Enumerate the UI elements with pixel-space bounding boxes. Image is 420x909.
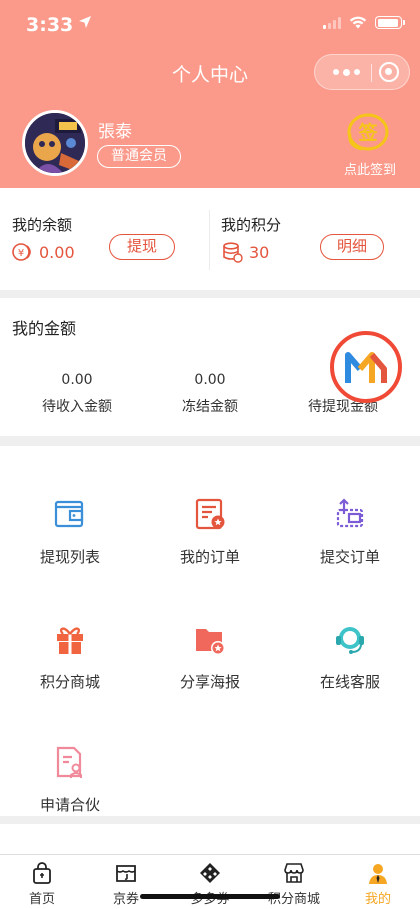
member-level-badge: 普通会员	[97, 145, 181, 168]
grid-item-apply-partner[interactable]: 申请合伙	[0, 714, 140, 814]
cellular-signal-icon	[323, 16, 341, 29]
my-amount-section: 我的金额 0.00 待收入金额 0.00 冻结金额 0 待提现金额	[0, 298, 420, 436]
svg-text:签: 签	[357, 121, 378, 144]
submit-order-icon	[336, 498, 364, 528]
section-title: 我的金额	[12, 319, 77, 338]
bottom-tab-bar: 首页 京券 多多券 积分商城 我的	[0, 854, 420, 909]
points-label: 我的积分	[221, 216, 282, 234]
grid-item-submit-order[interactable]: 提交订单	[280, 466, 420, 566]
status-bar: 3:33	[0, 0, 420, 48]
profile-icon	[369, 864, 387, 884]
avatar-image	[25, 113, 85, 173]
more-dot-icon	[342, 68, 350, 76]
points-value: 30	[249, 243, 270, 262]
headset-icon	[336, 627, 364, 654]
grid-item-share-poster[interactable]: 分享海报	[140, 591, 280, 691]
grid-label: 我的订单	[179, 548, 240, 566]
grid-item-my-orders[interactable]: 我的订单	[140, 466, 280, 566]
amount-label: 待提现金额	[308, 399, 378, 415]
grid-item-online-support[interactable]: 在线客服	[280, 591, 420, 691]
status-indicators	[323, 16, 405, 29]
grid-label: 提交订单	[319, 548, 380, 566]
signin-label[interactable]: 点此签到	[330, 159, 410, 178]
tab-pdd-coupon[interactable]: 多多券	[168, 855, 252, 909]
signin-icon[interactable]: 签	[346, 112, 390, 152]
home-indicator	[140, 894, 280, 899]
location-arrow-icon	[79, 16, 91, 28]
order-icon	[195, 498, 225, 530]
balance-column: 我的余额 ¥ 0.00 提现	[0, 188, 209, 290]
miniprogram-capsule	[314, 54, 410, 90]
gift-icon	[57, 627, 83, 654]
jd-coupon-icon	[116, 865, 136, 882]
balance-label: 我的余额	[12, 216, 73, 234]
svg-text:¥: ¥	[18, 248, 24, 259]
more-dot-icon	[353, 69, 360, 75]
more-dot-icon	[332, 69, 339, 75]
coins-icon: ¥	[12, 243, 31, 261]
grid-item-points-mall[interactable]: 积分商城	[0, 591, 140, 691]
tab-label: 首页	[28, 892, 55, 907]
battery-icon	[375, 16, 405, 29]
profile-header: 3:33 个人中心 張泰 普通会员 签 点此签到	[0, 0, 420, 188]
capsule-divider	[371, 64, 372, 82]
points-detail-button[interactable]: 明细	[320, 234, 384, 260]
m-logo-graphic	[345, 352, 387, 383]
avatar[interactable]	[22, 110, 88, 176]
grid-label: 提现列表	[39, 548, 100, 566]
function-grid: 提现列表 我的订单 提交订单 积分商城 分享海报 在线客服 申请合伙	[0, 446, 420, 816]
amount-value: 0.00	[194, 372, 226, 388]
more-menu-button[interactable]	[329, 55, 363, 89]
grid-item-withdraw-list[interactable]: 提现列表	[0, 466, 140, 566]
floating-m-logo-icon[interactable]	[330, 331, 402, 403]
balance-card: 我的余额 ¥ 0.00 提现 我的积分 30 明细	[0, 188, 420, 290]
points-column: 我的积分 30 明细	[210, 188, 420, 290]
frozen-amount-item[interactable]: 0.00 冻结金额	[140, 372, 280, 416]
apply-document-icon	[56, 746, 82, 778]
shopping-bag-icon	[33, 862, 51, 884]
points-stack-icon	[223, 242, 243, 263]
tab-label: 我的	[364, 892, 391, 907]
amount-value: 0.00	[61, 372, 93, 388]
tab-jd-coupon[interactable]: 京券	[84, 855, 168, 909]
grid-label: 分享海报	[179, 673, 240, 691]
withdraw-button[interactable]: 提现	[109, 234, 175, 260]
grid-label: 申请合伙	[39, 796, 100, 814]
bottom-spacer	[0, 824, 420, 854]
wifi-icon	[349, 16, 367, 29]
tab-points-mall[interactable]: 积分商城	[252, 855, 336, 909]
tab-mine[interactable]: 我的	[336, 855, 420, 909]
folder-star-icon	[196, 629, 225, 655]
pending-income-item[interactable]: 0.00 待收入金额	[7, 372, 147, 416]
store-icon	[284, 863, 304, 883]
amount-label: 冻结金额	[182, 399, 238, 415]
status-time: 3:33	[26, 14, 74, 36]
close-miniprogram-button[interactable]	[379, 62, 399, 82]
user-name: 張泰	[98, 122, 132, 142]
grid-label: 在线客服	[319, 673, 380, 691]
tab-home[interactable]: 首页	[0, 855, 84, 909]
wallet-icon	[54, 500, 84, 528]
amount-label: 待收入金额	[42, 399, 112, 415]
pdd-coupon-icon	[200, 863, 220, 883]
balance-value: 0.00	[39, 243, 75, 262]
grid-label: 积分商城	[39, 673, 100, 691]
